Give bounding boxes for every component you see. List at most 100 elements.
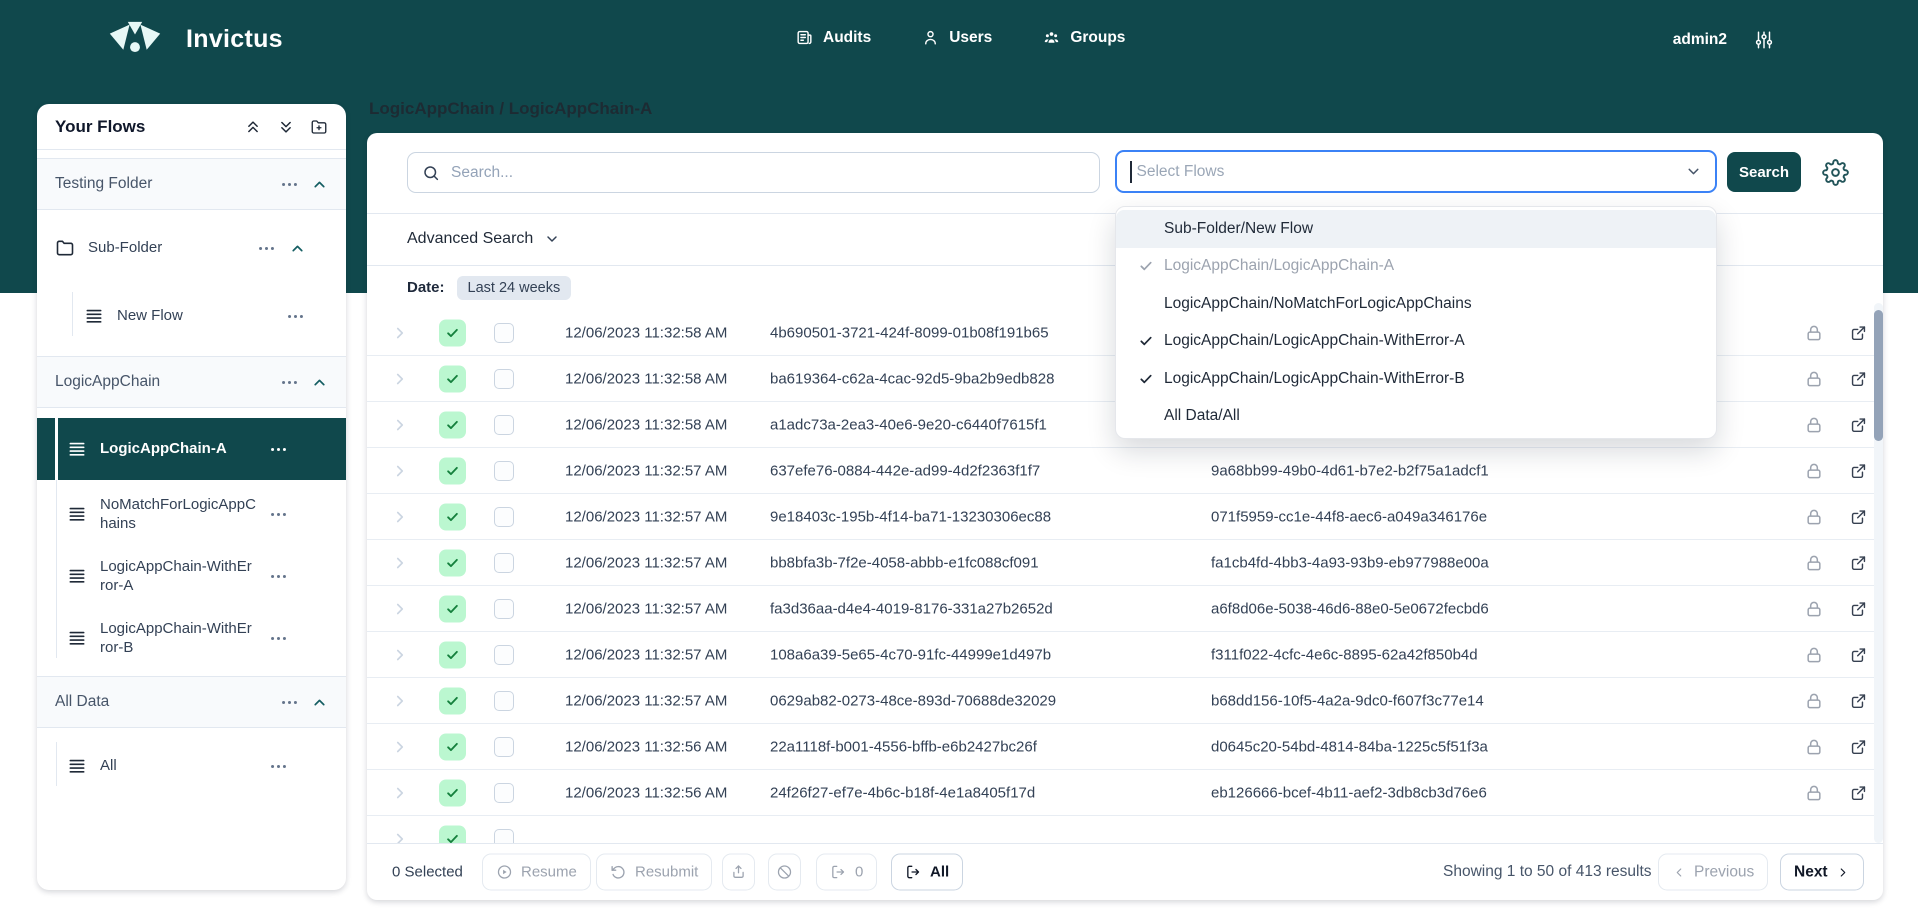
- item-menu-icon[interactable]: [286, 307, 305, 326]
- section-collapse-chevron-icon[interactable]: [311, 374, 328, 391]
- export-count-button[interactable]: 0: [816, 854, 877, 891]
- row-checkbox[interactable]: [494, 691, 514, 711]
- external-link-icon[interactable]: [1849, 783, 1868, 802]
- preferences-sliders-icon[interactable]: [1753, 29, 1775, 51]
- date-filter-chip[interactable]: Last 24 weeks: [457, 276, 572, 300]
- sidebar-section-all-data[interactable]: All Data: [37, 676, 346, 728]
- nav-users[interactable]: Users: [921, 28, 992, 47]
- external-link-icon[interactable]: [1849, 415, 1868, 434]
- folder-collapse-chevron-icon[interactable]: [289, 240, 306, 257]
- item-menu-icon[interactable]: [269, 505, 288, 524]
- disable-button[interactable]: [768, 854, 801, 891]
- item-menu-icon[interactable]: [269, 757, 288, 776]
- search-input[interactable]: [451, 164, 1085, 182]
- external-link-icon[interactable]: [1849, 369, 1868, 388]
- row-expand-chevron-icon[interactable]: [391, 830, 409, 844]
- section-menu-icon[interactable]: [280, 175, 299, 194]
- row-checkbox[interactable]: [494, 783, 514, 803]
- nav-audits[interactable]: Audits: [795, 28, 871, 47]
- resume-button[interactable]: Resume: [482, 854, 591, 891]
- dropdown-option[interactable]: LogicAppChain/LogicAppChain-A: [1116, 248, 1716, 286]
- dropdown-option[interactable]: All Data/All: [1116, 398, 1716, 436]
- external-link-icon[interactable]: [1849, 645, 1868, 664]
- row-expand-chevron-icon[interactable]: [391, 508, 409, 526]
- section-menu-icon[interactable]: [280, 693, 299, 712]
- nav-groups[interactable]: Groups: [1042, 28, 1125, 47]
- item-menu-icon[interactable]: [269, 567, 288, 586]
- row-checkbox[interactable]: [494, 415, 514, 435]
- row-expand-chevron-icon[interactable]: [391, 462, 409, 480]
- row-checkbox[interactable]: [494, 737, 514, 757]
- item-menu-icon[interactable]: [269, 440, 288, 459]
- add-folder-icon[interactable]: [310, 118, 328, 136]
- username[interactable]: admin2: [1673, 31, 1727, 49]
- item-menu-icon[interactable]: [257, 239, 276, 258]
- sidebar-item-logicappchain-witherror-b[interactable]: LogicAppChain-WithError-B: [37, 610, 346, 666]
- collapse-all-icon[interactable]: [244, 118, 262, 136]
- external-link-icon[interactable]: [1849, 691, 1868, 710]
- row-expand-chevron-icon[interactable]: [391, 554, 409, 572]
- sidebar-section-testing-folder[interactable]: Testing Folder: [37, 158, 346, 210]
- row-expand-chevron-icon[interactable]: [391, 692, 409, 710]
- sidebar-section-logicappchain[interactable]: LogicAppChain: [37, 356, 346, 408]
- row-expand-chevron-icon[interactable]: [391, 738, 409, 756]
- sidebar-item-nomatchforlogicappchains[interactable]: NoMatchForLogicAppChains: [37, 486, 346, 542]
- row-expand-chevron-icon[interactable]: [391, 324, 409, 342]
- table-row[interactable]: 12/06/2023 11:32:56 AM 24f26f27-ef7e-4b6…: [367, 770, 1883, 816]
- sidebar-item-logicappchain-a[interactable]: LogicAppChain-A: [37, 418, 346, 480]
- row-checkbox[interactable]: [494, 369, 514, 389]
- dropdown-option[interactable]: LogicAppChain/LogicAppChain-WithError-B: [1116, 360, 1716, 398]
- row-checkbox[interactable]: [494, 323, 514, 343]
- row-expand-chevron-icon[interactable]: [391, 370, 409, 388]
- sidebar-item-sub-folder[interactable]: Sub-Folder: [37, 220, 346, 276]
- external-link-icon[interactable]: [1849, 599, 1868, 618]
- external-link-icon[interactable]: [1849, 737, 1868, 756]
- gear-icon[interactable]: [1822, 159, 1849, 186]
- dropdown-option[interactable]: LogicAppChain/NoMatchForLogicAppChains: [1116, 285, 1716, 323]
- table-row[interactable]: 12/06/2023 11:32:57 AM 108a6a39-5e65-4c7…: [367, 632, 1883, 678]
- row-expand-chevron-icon[interactable]: [391, 646, 409, 664]
- row-checkbox[interactable]: [494, 645, 514, 665]
- row-checkbox[interactable]: [494, 829, 514, 844]
- sidebar-item-all[interactable]: All: [37, 738, 346, 794]
- row-expand-chevron-icon[interactable]: [391, 784, 409, 802]
- section-collapse-chevron-icon[interactable]: [311, 694, 328, 711]
- table-row[interactable]: 12/06/2023 11:32:57 AM 0629ab82-0273-48c…: [367, 678, 1883, 724]
- table-footer: 0 Selected Resume Resubmit 0 All Showing…: [367, 843, 1883, 900]
- table-row[interactable]: 12/06/2023 11:32:56 AM 22a1118f-b001-455…: [367, 724, 1883, 770]
- row-checkbox[interactable]: [494, 507, 514, 527]
- row-expand-chevron-icon[interactable]: [391, 416, 409, 434]
- sidebar-item-new-flow[interactable]: New Flow: [37, 288, 346, 344]
- table-row[interactable]: 12/06/2023 11:32:57 AM fa3d36aa-d4e4-401…: [367, 586, 1883, 632]
- table-scrollbar-thumb[interactable]: [1874, 310, 1883, 441]
- table-row[interactable]: 12/06/2023 11:32:57 AM 9e18403c-195b-4f1…: [367, 494, 1883, 540]
- share-button[interactable]: [722, 854, 755, 891]
- advanced-search-toggle[interactable]: Advanced Search: [407, 213, 560, 265]
- section-collapse-chevron-icon[interactable]: [311, 176, 328, 193]
- external-link-icon[interactable]: [1849, 461, 1868, 480]
- table-row[interactable]: 12/06/2023 11:32:57 AM bb8bfa3b-7f2e-405…: [367, 540, 1883, 586]
- dropdown-option[interactable]: LogicAppChain/LogicAppChain-WithError-A: [1116, 323, 1716, 361]
- search-button[interactable]: Search: [1727, 152, 1801, 192]
- external-link-icon[interactable]: [1849, 323, 1868, 342]
- resubmit-button[interactable]: Resubmit: [596, 854, 712, 891]
- external-link-icon[interactable]: [1849, 507, 1868, 526]
- select-flows-input[interactable]: [1137, 163, 1686, 181]
- row-checkbox[interactable]: [494, 553, 514, 573]
- external-link-icon[interactable]: [1849, 553, 1868, 572]
- next-page-button[interactable]: Next: [1780, 854, 1864, 891]
- dropdown-option[interactable]: Sub-Folder/New Flow: [1116, 210, 1716, 248]
- row-checkbox[interactable]: [494, 599, 514, 619]
- sidebar-item-logicappchain-witherror-a[interactable]: LogicAppChain-WithError-A: [37, 548, 346, 604]
- previous-page-button[interactable]: Previous: [1658, 854, 1768, 891]
- table-row[interactable]: 12/06/2023 11:32:57 AM 637efe76-0884-442…: [367, 448, 1883, 494]
- table-row-partial[interactable]: [367, 816, 1883, 843]
- export-all-button[interactable]: All: [891, 854, 963, 891]
- row-checkbox[interactable]: [494, 461, 514, 481]
- chevron-down-icon[interactable]: [1685, 163, 1702, 180]
- section-menu-icon[interactable]: [280, 373, 299, 392]
- item-menu-icon[interactable]: [269, 629, 288, 648]
- row-run-id: a1adc73a-2ea3-40e6-9e20-c6440f7615f1: [770, 416, 1047, 433]
- row-expand-chevron-icon[interactable]: [391, 600, 409, 618]
- expand-all-icon[interactable]: [277, 118, 295, 136]
